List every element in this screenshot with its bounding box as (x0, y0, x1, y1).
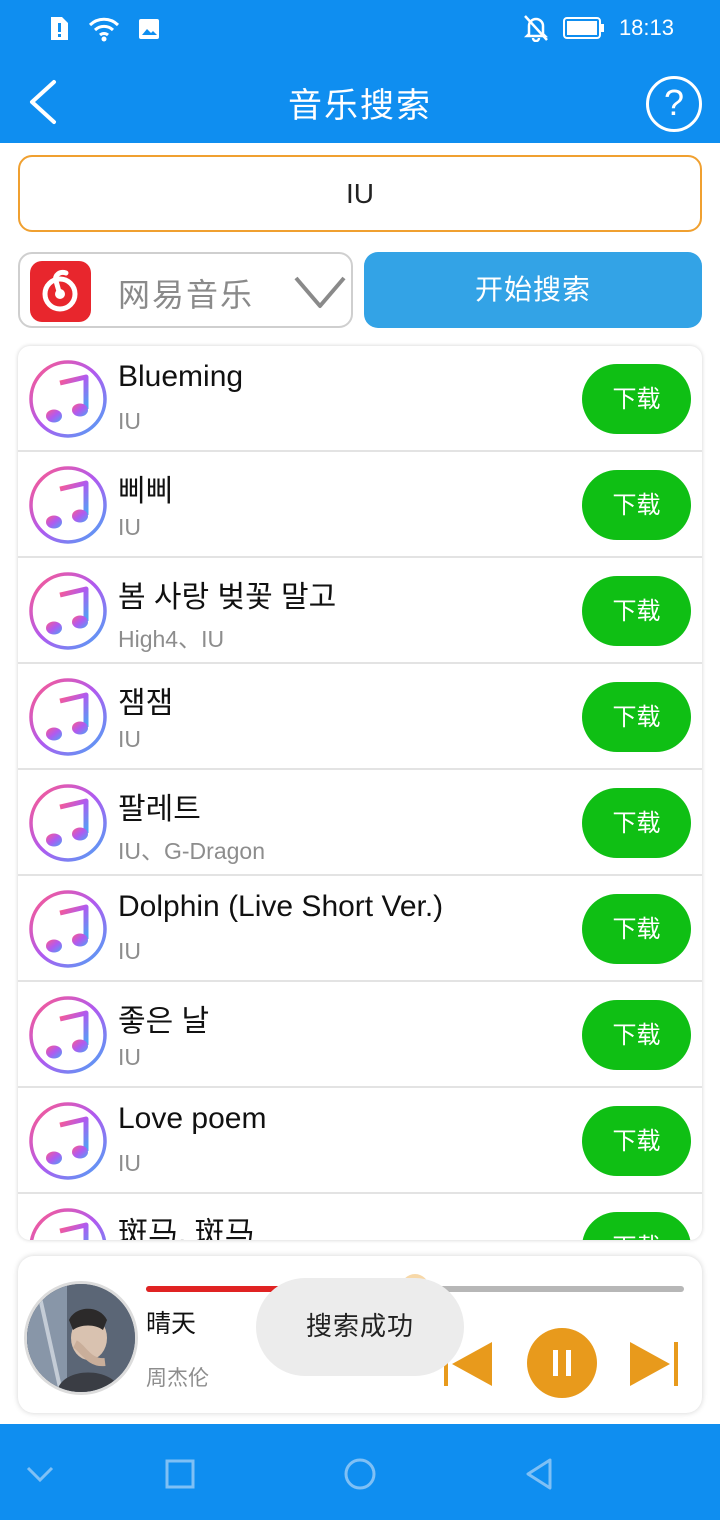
music-note-icon (28, 783, 108, 863)
alert-icon (51, 17, 68, 40)
song-artist: IU (118, 1044, 141, 1070)
song-title: Love poem (118, 1102, 267, 1135)
song-artist: IU (118, 726, 141, 752)
song-title: 斑马, 斑马 (118, 1217, 255, 1240)
music-note-icon (28, 465, 108, 545)
song-artist: IU (118, 938, 141, 964)
recent-apps-icon[interactable] (160, 1454, 200, 1494)
music-note-icon (28, 995, 108, 1075)
music-note-icon (28, 677, 108, 757)
download-button[interactable]: 下载 (582, 576, 691, 646)
album-art[interactable] (24, 1281, 138, 1395)
now-playing-artist: 周杰伦 (146, 1366, 209, 1390)
music-search-screen: 18:13 音乐搜索 ? IU 网易音乐 开始搜索 Blueming IU 下载 삐삐… (0, 0, 720, 1520)
song-artist: High4、IU (118, 626, 225, 652)
song-title: 삐삐 (118, 475, 174, 508)
song-title: Dolphin (Live Short Ver.) (118, 890, 444, 923)
result-row[interactable]: 좋은 날 IU 下载 (18, 982, 702, 1088)
status-bar: 18:13 (0, 0, 720, 60)
music-note-icon (28, 1207, 108, 1240)
download-button[interactable]: 下载 (582, 1000, 691, 1070)
result-row[interactable]: Love poem IU 下载 (18, 1088, 702, 1194)
music-note-icon (28, 889, 108, 969)
status-time: 18:13 (618, 15, 674, 40)
back-triangle-icon[interactable] (520, 1454, 560, 1494)
download-button[interactable]: 下载 (582, 1212, 691, 1240)
chevron-down-icon (294, 276, 346, 308)
song-artist: IU (118, 408, 141, 434)
netease-music-logo (30, 261, 91, 322)
download-button[interactable]: 下载 (582, 682, 691, 752)
result-row[interactable]: Dolphin (Live Short Ver.) IU 下载 (18, 876, 702, 982)
results-list[interactable]: Blueming IU 下载 삐삐 IU 下载 봄 사랑 벚꽃 말고 High4、IU 下载 잼잼… (18, 346, 702, 1240)
home-icon[interactable] (340, 1454, 380, 1494)
now-playing-title: 晴天 (146, 1309, 197, 1338)
help-button[interactable]: ? (646, 76, 702, 132)
song-title: 팔레트 (118, 793, 201, 826)
mute-bell-icon (523, 15, 548, 42)
download-button[interactable]: 下载 (582, 894, 691, 964)
download-button[interactable]: 下载 (582, 364, 691, 434)
song-title: 잼잼 (118, 687, 174, 720)
song-title: 봄 사랑 벚꽃 말고 (118, 581, 337, 614)
result-row[interactable]: 봄 사랑 벚꽃 말고 High4、IU 下载 (18, 558, 702, 664)
music-note-icon (28, 359, 108, 439)
download-button[interactable]: 下载 (582, 1106, 691, 1176)
wifi-icon (88, 17, 120, 42)
song-artist: IU (118, 1150, 141, 1176)
image-icon (139, 19, 159, 39)
pause-button[interactable] (527, 1328, 597, 1398)
search-input[interactable]: IU (18, 155, 702, 232)
mini-player: 晴天 周杰伦 搜索成功 (18, 1256, 702, 1413)
song-artist: IU (118, 514, 141, 540)
next-icon[interactable] (628, 1338, 680, 1390)
result-row[interactable]: 斑马, 斑马 下载 (18, 1194, 702, 1240)
song-artist: IU、G-Dragon (118, 838, 265, 864)
download-button[interactable]: 下载 (582, 788, 691, 858)
music-note-icon (28, 571, 108, 651)
result-row[interactable]: 잼잼 IU 下载 (18, 664, 702, 770)
download-button[interactable]: 下载 (582, 470, 691, 540)
result-row[interactable]: Blueming IU 下载 (18, 346, 702, 452)
pause-icon (553, 1350, 571, 1376)
top-bar: 18:13 音乐搜索 ? (0, 0, 720, 143)
page-title: 音乐搜索 (288, 86, 432, 126)
system-nav-bar (0, 1424, 720, 1520)
source-select[interactable]: 网易音乐 (18, 252, 353, 328)
collapse-chevron-icon[interactable] (20, 1454, 60, 1494)
song-title: Blueming (118, 360, 244, 393)
battery-icon (562, 17, 604, 39)
start-search-button[interactable]: 开始搜索 (364, 252, 702, 328)
result-row[interactable]: 팔레트 IU、G-Dragon 下载 (18, 770, 702, 876)
toast-message: 搜索成功 (256, 1278, 464, 1376)
source-label: 网易音乐 (118, 276, 255, 314)
song-title: 좋은 날 (118, 1005, 210, 1038)
result-row[interactable]: 삐삐 IU 下载 (18, 452, 702, 558)
music-note-icon (28, 1101, 108, 1181)
